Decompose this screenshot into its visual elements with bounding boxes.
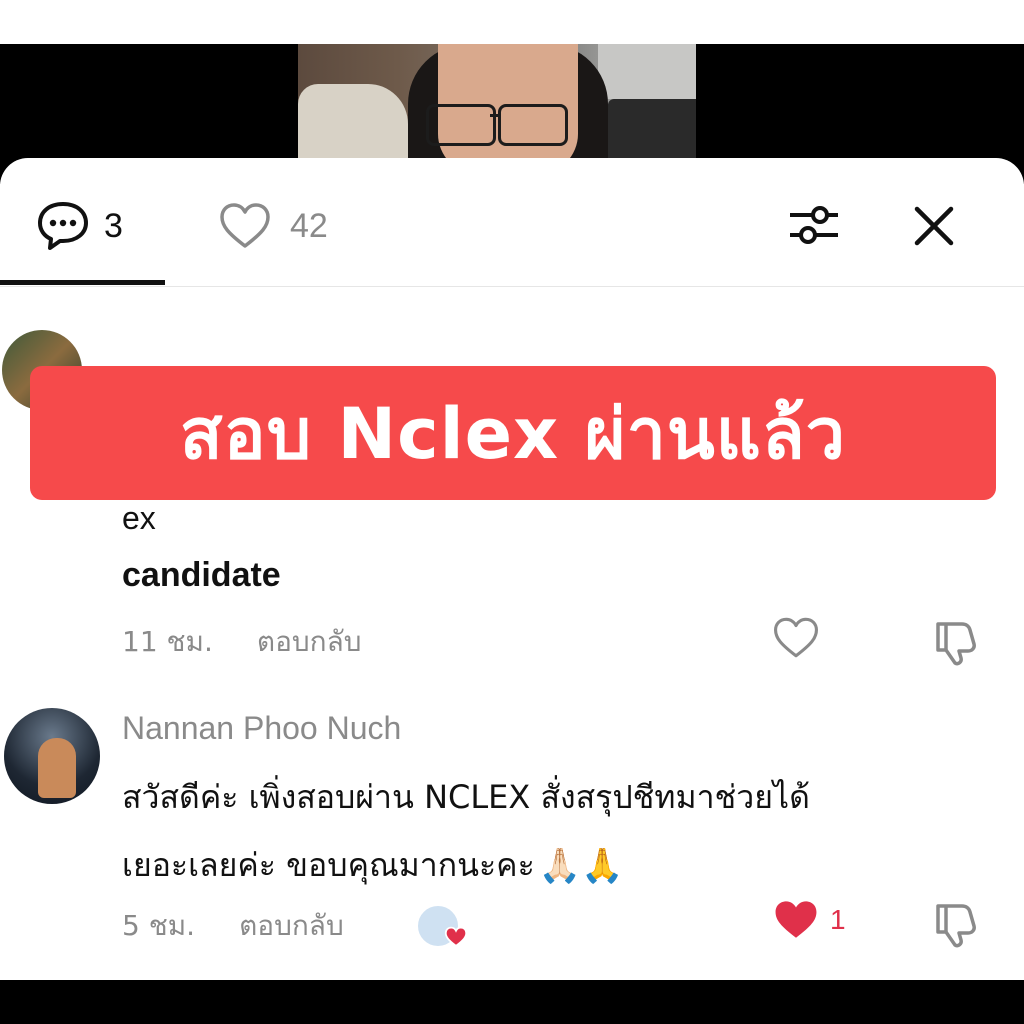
likes-count: 42 [290,206,328,245]
comment-author[interactable]: Nannan Phoo Nuch [122,710,401,747]
reply-button[interactable]: ตอบกลับ [239,904,344,948]
heart-filled-icon [775,901,817,938]
comments-count: 3 [104,206,123,245]
thumbs-down-icon [936,904,976,948]
comment-text: เยอะเลยค่ะ ขอบคุณมากนะคะ [122,846,535,884]
avatar[interactable] [4,708,100,804]
tab-likes[interactable]: 42 [218,196,328,256]
comment-bubble-icon [38,202,88,250]
reply-button[interactable]: ตอบกลับ [257,620,362,664]
dislike-button[interactable] [932,616,982,666]
active-tab-indicator [0,280,165,285]
comment-meta: 5 ชม. ตอบกลับ [122,904,344,948]
comment-text: candidate [122,556,281,592]
heart-filled-icon [444,926,468,948]
banner-text: สอบ Nclex ผ่านแล้ว [179,392,847,475]
close-button[interactable] [906,198,962,254]
like-button[interactable] [772,616,820,664]
pray-emoji: 🙏🏻🙏 [538,845,624,886]
tab-comments[interactable]: 3 [36,196,123,256]
dislike-button[interactable] [932,898,982,948]
filter-sliders-icon [790,206,838,244]
like-button[interactable]: 1 [772,898,846,942]
heart-outline-icon [774,617,818,658]
comment-time: 11 ชม. [122,625,213,658]
comment-time: 5 ชม. [122,909,196,942]
bottom-black-area [0,980,1024,1024]
header-divider [0,286,1024,287]
comment-text-line: เยอะเลยค่ะ ขอบคุณมากนะคะ 🙏🏻🙏 [122,840,623,891]
thumbs-down-icon [936,622,976,666]
video-thumbnail[interactable] [298,44,696,162]
heart-outline-icon [220,203,270,248]
filter-button[interactable] [786,198,842,254]
close-icon [914,206,954,246]
like-count: 1 [830,904,846,935]
comment-text: ex [122,500,156,536]
comment-meta: 11 ชม. ตอบกลับ [122,620,362,664]
overlay-banner: สอบ Nclex ผ่านแล้ว [30,366,996,500]
comment-text: สวัสดีค่ะ เพิ่งสอบผ่าน NCLEX สั่งสรุปชีท… [122,778,810,816]
creator-liked-badge [416,904,468,948]
